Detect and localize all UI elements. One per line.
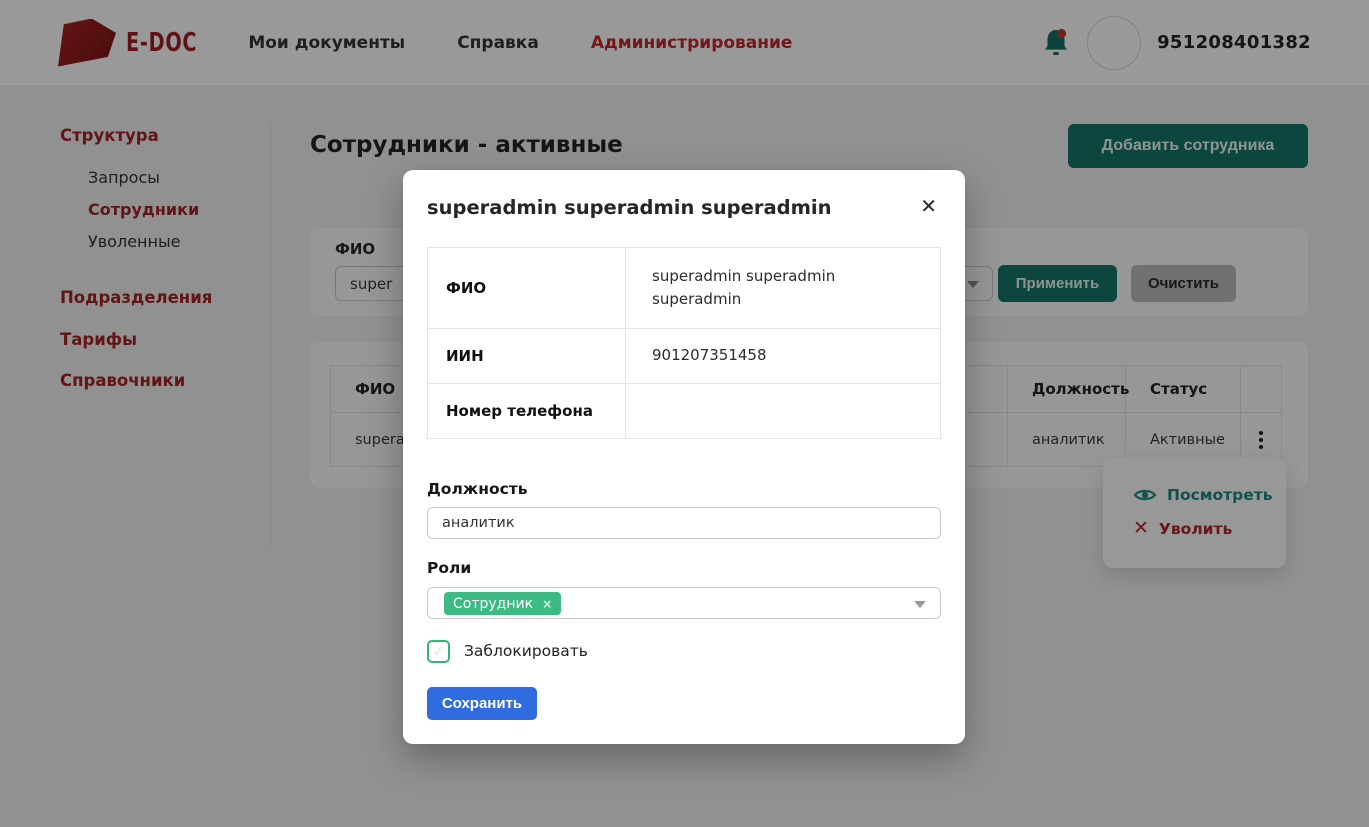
employee-info-table: ФИО superadmin superadmin superadmin ИИН… xyxy=(427,247,941,439)
info-value-phone xyxy=(625,384,942,438)
block-checkbox[interactable]: ✓ xyxy=(427,640,450,663)
app-root: E-DOC Мои документы Справка Администриро… xyxy=(0,0,1369,827)
roles-select[interactable]: Сотрудник × xyxy=(427,587,941,619)
info-label-fio: ФИО xyxy=(428,248,625,328)
chevron-down-icon xyxy=(914,601,926,608)
info-row-iin: ИИН 901207351458 xyxy=(428,328,940,383)
position-input[interactable] xyxy=(427,507,941,539)
block-label: Заблокировать xyxy=(464,642,588,660)
info-value-fio: superadmin superadmin superadmin xyxy=(625,248,942,328)
position-label: Должность xyxy=(427,480,528,498)
save-button[interactable]: Сохранить xyxy=(427,687,537,720)
info-row-fio: ФИО superadmin superadmin superadmin xyxy=(428,248,940,328)
role-tag: Сотрудник × xyxy=(444,592,561,615)
info-row-phone: Номер телефона xyxy=(428,383,940,438)
roles-label: Роли xyxy=(427,559,471,577)
info-value-iin: 901207351458 xyxy=(625,329,942,383)
close-icon[interactable]: ✕ xyxy=(920,194,937,218)
check-icon: ✓ xyxy=(433,644,445,660)
role-tag-label: Сотрудник xyxy=(453,596,533,612)
info-label-phone: Номер телефона xyxy=(428,384,625,438)
remove-tag-icon[interactable]: × xyxy=(542,597,552,611)
modal-title: superadmin superadmin superadmin xyxy=(427,196,831,219)
employee-modal: superadmin superadmin superadmin ✕ ФИО s… xyxy=(403,170,965,744)
info-label-iin: ИИН xyxy=(428,329,625,383)
